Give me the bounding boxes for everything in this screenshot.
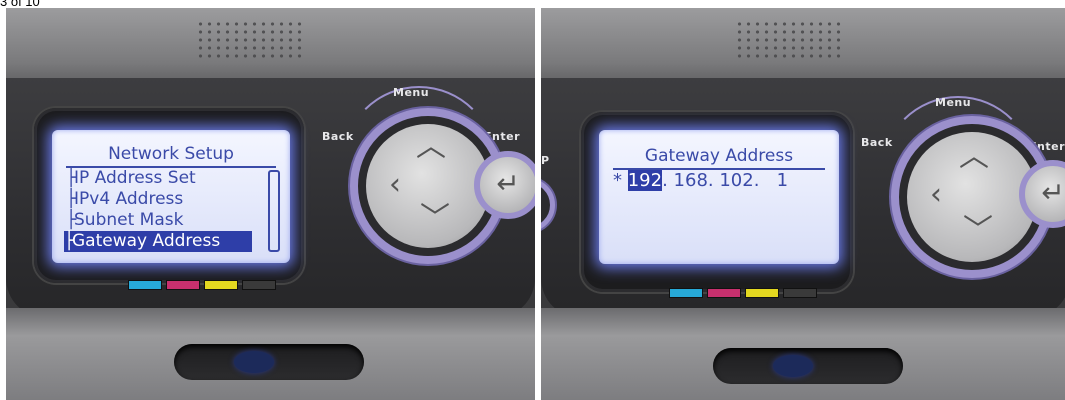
black-swatch (242, 280, 276, 290)
menu-label: Menu (935, 96, 972, 109)
yellow-swatch (745, 288, 779, 298)
scrollbar[interactable] (268, 170, 280, 252)
enter-button[interactable]: ↵ (474, 151, 535, 219)
speaker-grille (735, 20, 845, 60)
magenta-swatch (166, 280, 200, 290)
black-swatch (783, 288, 817, 298)
lcd-screen: Network Setup ├IP Address Set ├IPv4 Addr… (52, 130, 290, 263)
cyan-swatch (128, 280, 162, 290)
menu-item-gateway-address[interactable]: ├Gateway Address (64, 231, 252, 252)
edit-cursor-octet[interactable]: 192 (627, 170, 663, 191)
up-button[interactable]: ︿ (414, 132, 448, 162)
isys-logo (234, 351, 274, 373)
printer-panel-left-photo: Network Setup ├IP Address Set ├IPv4 Addr… (6, 8, 535, 400)
back-label: Back (861, 136, 893, 149)
menu-item-ipv4-address[interactable]: ├IPv4 Address (66, 189, 183, 210)
enter-arrow-icon: ↵ (496, 167, 520, 200)
menu-item-subnet-mask[interactable]: ├Subnet Mask (66, 210, 183, 231)
screen-title: Gateway Address (644, 146, 794, 166)
down-button[interactable]: ﹀ (961, 216, 995, 246)
speaker-grille (196, 20, 306, 60)
menu-label: Menu (393, 86, 430, 99)
screen-title: Network Setup (108, 144, 234, 164)
partial-left-label: P (541, 154, 550, 167)
back-button[interactable]: ‹ (919, 180, 953, 210)
gateway-address-value[interactable]: * 192. 168. 102. 1 (613, 170, 788, 191)
edit-marker: * (613, 170, 622, 191)
menu-item-ip-address-set[interactable]: ├IP Address Set (66, 168, 196, 189)
down-button[interactable]: ﹀ (418, 204, 452, 234)
magenta-swatch (707, 288, 741, 298)
printer-panel-right-photo: P Gateway Address * 192. 168. 102. 1 Men… (541, 8, 1065, 400)
lcd-screen: Gateway Address * 192. 168. 102. 1 (599, 130, 839, 264)
back-button[interactable]: ‹ (378, 170, 412, 200)
remaining-octets: . 168. 102. 1 (662, 170, 789, 191)
toner-color-strip (669, 288, 817, 298)
back-label: Back (322, 130, 354, 143)
cyan-swatch (669, 288, 703, 298)
toner-color-strip (128, 280, 276, 290)
up-button[interactable]: ︿ (957, 142, 991, 172)
yellow-swatch (204, 280, 238, 290)
enter-arrow-icon: ↵ (1041, 176, 1065, 209)
isys-logo (773, 355, 813, 377)
